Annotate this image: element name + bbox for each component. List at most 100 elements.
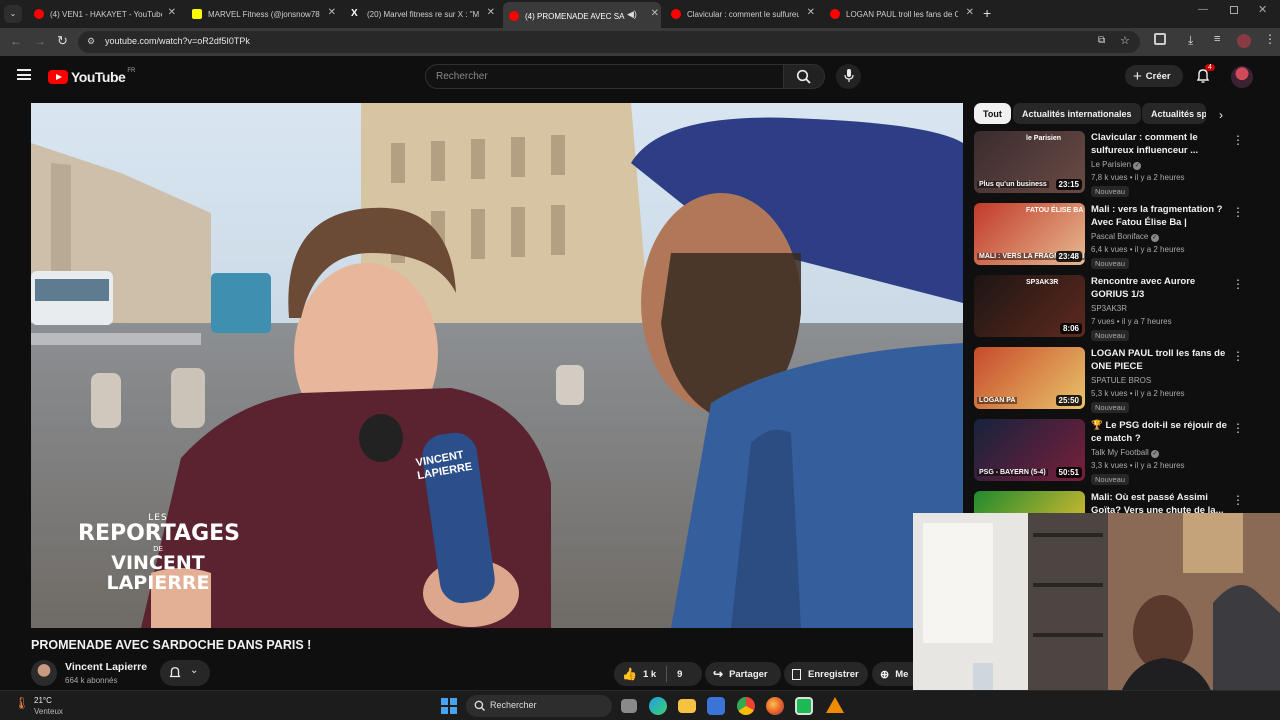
close-tab-icon[interactable]: ✕ — [168, 7, 176, 18]
recommendation-card[interactable]: SP3AK3R 8:06 Rencontre avec Aurore GORIUS … — [974, 275, 1264, 343]
url-text[interactable]: youtube.com/watch?v=oR2df5I0TPk — [105, 36, 250, 46]
chips-next-arrow-icon[interactable]: › — [1219, 108, 1223, 122]
recommendation-title[interactable]: Mali : vers la fragmentation ? Avec Fato… — [1091, 203, 1229, 229]
chip-sports-news[interactable]: Actualités sp — [1142, 103, 1206, 124]
extensions-icon[interactable] — [1154, 33, 1166, 45]
video-thumbnail[interactable]: FATOU ÉLISE BA MALI : VERS LA FRAGMENTATI… — [974, 203, 1085, 265]
forward-arrow-icon[interactable]: → — [34, 34, 46, 48]
tab-search-dropdown-icon[interactable]: ⌄ — [4, 5, 22, 23]
share-button[interactable]: ↪ Partager — [705, 662, 781, 686]
close-tab-icon[interactable]: ✕ — [807, 7, 815, 18]
site-info-icon[interactable]: ⚙ — [87, 36, 95, 47]
chip-all[interactable]: Tout — [974, 103, 1011, 124]
video-thumbnail[interactable]: LOGAN PA 25:50 — [974, 347, 1085, 409]
recommendation-channel[interactable]: Talk My Football ✓ — [1091, 448, 1160, 458]
browser-tab[interactable]: LOGAN PAUL troll les fans de ONE PIECE ✕ — [824, 4, 976, 24]
browser-tab-active[interactable]: (4) PROMENADE AVEC SARDOCHE ◀) ✕ — [503, 2, 661, 28]
recommendation-title[interactable]: Rencontre avec Aurore GORIUS 1/3 — [1091, 275, 1229, 301]
like-button[interactable]: 👍 1 k 9 — [614, 662, 702, 686]
account-avatar[interactable] — [1231, 66, 1253, 88]
recommendation-card[interactable]: le Parisien Plus qu'un business 23:15 Clavi… — [974, 131, 1264, 199]
close-tab-icon[interactable]: ✕ — [651, 8, 659, 19]
recommendation-card[interactable]: Mali: Où est passé Assimi Goïta? Vers un… — [974, 491, 1264, 553]
address-bar[interactable]: ⚙ youtube.com/watch?v=oR2df5I0TPk ⧉ ☆ — [78, 31, 1140, 53]
gift-icon: ⊕ — [880, 668, 890, 681]
back-arrow-icon[interactable]: ← — [10, 34, 22, 48]
channel-name[interactable]: Vincent Lapierre — [65, 661, 147, 673]
close-tab-icon[interactable]: ✕ — [966, 7, 974, 18]
taskbar-search-box[interactable]: Rechercher — [466, 695, 612, 717]
more-options-icon[interactable]: ⋮ — [1232, 205, 1244, 219]
recommendation-channel[interactable]: SP3AK3R — [1091, 304, 1127, 313]
save-button[interactable]: Enregistrer — [784, 662, 868, 686]
vlc-player-icon[interactable] — [826, 697, 844, 713]
search-button[interactable] — [783, 64, 825, 89]
downloads-icon[interactable]: ⤓ — [1188, 33, 1193, 48]
search-box[interactable]: Rechercher — [425, 64, 784, 89]
voice-search-button[interactable] — [836, 64, 861, 89]
new-tab-button[interactable]: + — [983, 5, 991, 21]
maximize-window-button[interactable] — [1230, 6, 1238, 14]
close-window-button[interactable]: ✕ — [1258, 3, 1267, 16]
browser-tab[interactable]: MARVEL Fitness (@jonsnow78) ✕ — [186, 4, 338, 24]
speaker-icon[interactable]: ◀) — [627, 9, 637, 20]
install-app-icon[interactable]: ⧉ — [1098, 35, 1105, 46]
more-options-icon[interactable]: ⋮ — [1232, 349, 1244, 363]
browser-tab[interactable]: (4) VEN1 - HAKAYET - YouTube ✕ — [28, 4, 178, 24]
video-thumbnail[interactable]: SP3AK3R 8:06 — [974, 275, 1085, 337]
firefox-browser-icon[interactable] — [766, 697, 784, 715]
more-options-icon[interactable]: ⋮ — [1232, 133, 1244, 147]
tab-title: Clavicular : comment le sulfureux — [687, 9, 799, 19]
more-options-icon[interactable]: ⋮ — [1232, 277, 1244, 291]
profile-avatar-icon[interactable] — [1237, 34, 1251, 48]
tab-title: (4) PROMENADE AVEC SARDOCHE — [525, 11, 625, 21]
edge-browser-icon[interactable] — [649, 697, 667, 715]
start-windows-icon[interactable] — [441, 698, 457, 714]
recommendation-channel[interactable]: Pascal Boniface ✓ — [1091, 232, 1159, 242]
more-options-icon[interactable]: ⋮ — [1232, 493, 1244, 507]
browser-tab[interactable]: X (20) Marvel fitness re sur X : "M ✕ — [345, 4, 497, 24]
verified-check-icon: ✓ — [1133, 162, 1142, 170]
reload-icon[interactable]: ↻ — [57, 33, 68, 49]
recommendation-title[interactable]: Clavicular : comment le sulfureux influe… — [1091, 131, 1229, 157]
chip-international-news[interactable]: Actualités internationales — [1013, 103, 1141, 124]
chrome-browser-icon[interactable] — [737, 697, 755, 715]
reading-list-icon[interactable]: ≡ — [1214, 33, 1220, 45]
notifications-button[interactable]: 4 — [1195, 64, 1215, 86]
subscribe-notification-button[interactable]: ⌄ — [160, 660, 210, 686]
recommendation-card[interactable]: PSG - BAYERN (5-4) 50:51 🏆 Le PSG doit-il … — [974, 419, 1264, 487]
recommendation-channel[interactable]: SPATULE BROS — [1091, 376, 1151, 385]
recommendation-card[interactable]: FATOU ÉLISE BA MALI : VERS LA FRAGMENTATI… — [974, 203, 1264, 271]
bookmark-star-icon[interactable]: ☆ — [1120, 34, 1130, 47]
video-duration: 23:15 — [1055, 179, 1082, 190]
streaming-app-icon[interactable] — [795, 697, 813, 715]
browser-menu-icon[interactable]: ⋮ — [1264, 32, 1276, 46]
more-label: Me — [895, 668, 909, 680]
video-player[interactable]: VINCENT LAPIERRE LES REPORTAGES DE VINCE… — [31, 103, 963, 628]
recommendation-title[interactable]: 🏆 Le PSG doit-il se réjouir de ce match … — [1091, 419, 1229, 445]
more-options-icon[interactable]: ⋮ — [1232, 421, 1244, 435]
recommendation-card[interactable]: LOGAN PA 25:50 LOGAN PAUL troll les fans d… — [974, 347, 1264, 415]
recommendation-title[interactable]: LOGAN PAUL troll les fans de ONE PIECE — [1091, 347, 1229, 373]
create-button[interactable]: + Créer — [1125, 65, 1183, 87]
hamburger-menu-icon[interactable] — [17, 69, 31, 80]
minimize-window-button[interactable]: — — [1198, 4, 1208, 15]
recommendation-channel[interactable]: Le Parisien ✓ — [1091, 160, 1142, 170]
video-duration: 25:50 — [1055, 395, 1082, 406]
microphone-icon — [844, 69, 854, 82]
new-badge: Nouveau — [1091, 258, 1130, 269]
browser-tab[interactable]: Clavicular : comment le sulfureux ✕ — [665, 4, 817, 24]
search-input[interactable]: Rechercher — [436, 71, 488, 82]
file-explorer-icon[interactable] — [678, 699, 696, 713]
close-tab-icon[interactable]: ✕ — [328, 7, 336, 18]
task-view-icon[interactable] — [621, 699, 637, 713]
youtube-favicon-icon — [830, 9, 840, 19]
close-tab-icon[interactable]: ✕ — [487, 7, 495, 18]
store-icon[interactable] — [707, 697, 725, 715]
video-thumbnail[interactable]: le Parisien Plus qu'un business 23:15 — [974, 131, 1085, 193]
youtube-favicon-icon — [671, 9, 681, 19]
channel-avatar[interactable] — [31, 660, 57, 686]
youtube-logo[interactable]: YouTube FR — [48, 68, 135, 86]
video-thumbnail[interactable]: PSG - BAYERN (5-4) 50:51 — [974, 419, 1085, 481]
verified-check-icon: ✓ — [1150, 234, 1159, 242]
